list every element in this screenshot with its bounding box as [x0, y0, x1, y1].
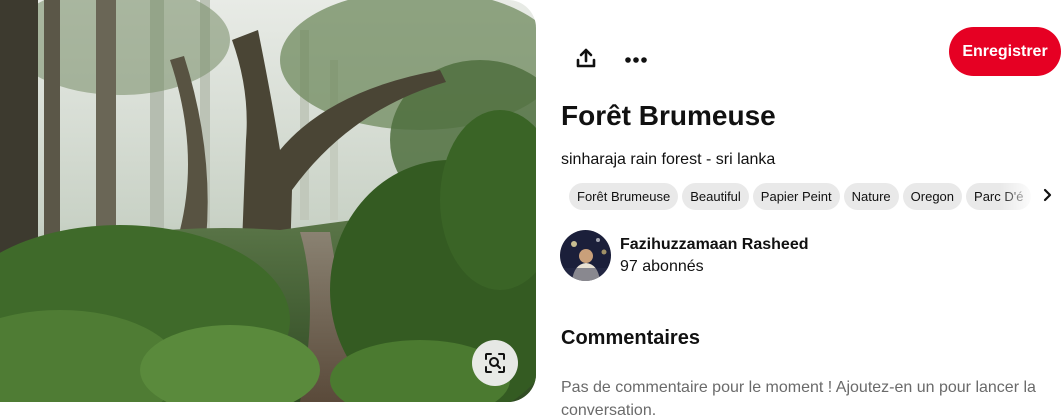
- visual-search-icon: [484, 352, 506, 374]
- comments-empty-message: Pas de commentaire pour le moment ! Ajou…: [561, 379, 1036, 419]
- tag-chip[interactable]: Papier Peint: [752, 183, 840, 210]
- chevron-right-icon: [1042, 188, 1052, 207]
- tag-chip[interactable]: Forêt Brumeuse: [569, 183, 679, 210]
- share-upload-icon: [575, 47, 597, 74]
- forest-photo: [0, 0, 536, 402]
- pin-image[interactable]: [0, 0, 536, 402]
- visual-search-button[interactable]: [472, 340, 518, 386]
- share-button[interactable]: [562, 36, 610, 84]
- tag-chip[interactable]: Nature: [843, 183, 899, 210]
- creator-follower-count: 97 abonnés: [620, 258, 704, 275]
- creator-name[interactable]: Fazihuzzamaan Rasheed: [620, 236, 809, 254]
- pin-details-panel: Enregistrer Forêt Brumeuse sinharaja rai…: [560, 0, 1064, 420]
- more-options-button[interactable]: [612, 36, 660, 84]
- comments-heading: Commentaires: [561, 327, 700, 349]
- more-horizontal-icon: [624, 51, 648, 69]
- tag-chip[interactable]: Oregon: [902, 183, 963, 210]
- creator-avatar[interactable]: [560, 230, 611, 281]
- pin-description: sinharaja rain forest - sri lanka: [561, 151, 776, 168]
- tags-list: Forêt Brumeuse Beautiful Papier Peint Natur…: [569, 183, 1050, 211]
- pin-title: Forêt Brumeuse: [561, 100, 776, 131]
- tag-chip[interactable]: Beautiful: [682, 183, 749, 210]
- tags-scroll-next-button[interactable]: [1036, 183, 1058, 211]
- save-button[interactable]: Enregistrer: [949, 27, 1061, 76]
